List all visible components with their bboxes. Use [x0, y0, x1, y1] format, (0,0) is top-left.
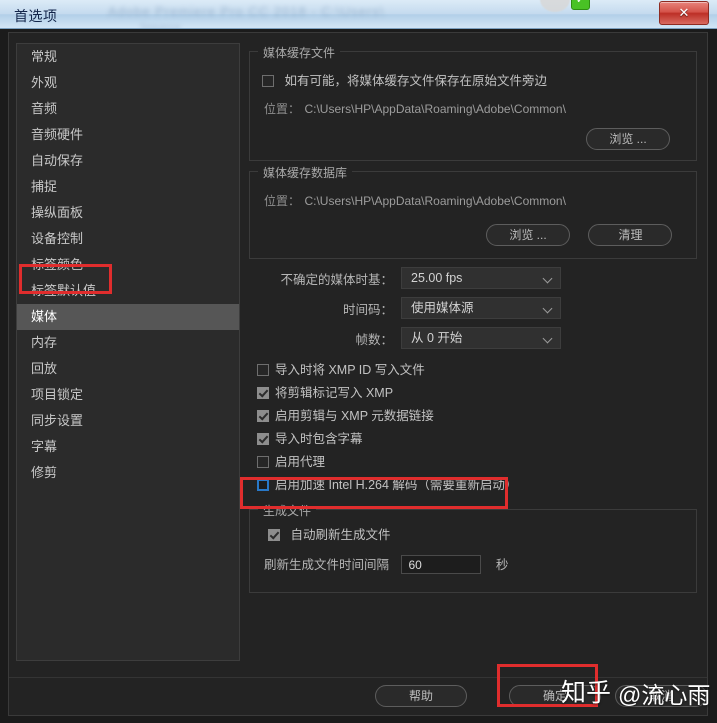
sidebar-item-2[interactable]: 音频: [17, 96, 239, 122]
title-bar: Adobe Premiere Pro CC 2018 - C:\Users\ S…: [0, 0, 717, 29]
dropdown-label-0: 不确定的媒体时基：: [280, 272, 393, 287]
checkbox-1[interactable]: [257, 387, 269, 399]
sidebar-item-9[interactable]: 标签默认值: [17, 278, 239, 304]
background-app-title: Adobe Premiere Pro CC 2018 - C:\Users\: [108, 4, 385, 19]
media-cache-files-title: 媒体缓存文件: [258, 44, 341, 61]
media-cache-db-buttons-row: 浏览 ... 清理: [486, 224, 673, 246]
checkbox-2[interactable]: [257, 410, 269, 422]
window-title: 首选项: [14, 8, 58, 24]
media-cache-db-location-value: C:\Users\HP\AppData\Roaming\Adobe\Common…: [304, 194, 566, 208]
help-button[interactable]: 帮助: [375, 685, 467, 707]
dropdown-label-1: 时间码：: [342, 302, 393, 317]
dropdown-row-0: 不确定的媒体时基： 25.00 fps: [245, 267, 701, 289]
sidebar-item-15[interactable]: 字幕: [17, 434, 239, 460]
cancel-button-wrap: 取消: [615, 685, 707, 707]
generated-files-group: 生成文件 自动刷新生成文件 刷新生成文件时间间隔 秒: [249, 502, 697, 593]
checkbox-label-5[interactable]: 启用加速 Intel H.264 解码（需要重新启动）: [275, 478, 517, 492]
auto-refresh-label[interactable]: 自动刷新生成文件: [290, 528, 390, 542]
media-cache-database-title: 媒体缓存数据库: [258, 164, 353, 181]
sidebar-item-14[interactable]: 同步设置: [17, 408, 239, 434]
dropdown-value-2: 从 0 开始: [411, 331, 463, 345]
save-beside-original-label[interactable]: 如有可能，将媒体缓存文件保存在原始文件旁边: [284, 74, 547, 88]
checkbox-label-3[interactable]: 导入时包含字幕: [275, 432, 363, 446]
background-app-subtitle: Sequence: [140, 22, 181, 29]
help-button-wrap: 帮助: [375, 685, 467, 707]
refresh-interval-row: 刷新生成文件时间间隔 秒: [264, 554, 509, 575]
close-icon: ✕: [678, 5, 690, 20]
checkbox-row-5[interactable]: 启用加速 Intel H.264 解码（需要重新启动）: [257, 474, 517, 494]
checkbox-row-4[interactable]: 启用代理: [257, 451, 325, 471]
refresh-interval-label: 刷新生成文件时间间隔: [264, 558, 390, 572]
refresh-interval-input[interactable]: [401, 555, 482, 575]
dropdown-select-1[interactable]: 使用媒体源: [401, 297, 561, 319]
media-cache-files-browse-row: 浏览 ...: [586, 128, 670, 150]
sidebar-item-11[interactable]: 内存: [17, 330, 239, 356]
media-cache-db-location-label: 位置：: [264, 194, 301, 208]
dropdown-value-0: 25.00 fps: [411, 271, 463, 285]
generated-files-title: 生成文件: [258, 502, 317, 519]
check-badge-icon: ✓: [571, 0, 590, 10]
sidebar-item-16[interactable]: 修剪: [17, 460, 239, 486]
checkbox-3[interactable]: [257, 433, 269, 445]
checkbox-row-0[interactable]: 导入时将 XMP ID 写入文件: [257, 359, 425, 379]
category-sidebar[interactable]: 常规 外观 音频 音频硬件 自动保存 捕捉 操纵面板 设备控制 标签颜色 标签默认值 媒体 内存 回放项…: [16, 43, 240, 661]
dropdown-row-1: 时间码： 使用媒体源: [245, 297, 701, 319]
dropdown-value-1: 使用媒体源: [411, 301, 474, 315]
save-beside-original-row[interactable]: 如有可能，将媒体缓存文件保存在原始文件旁边: [262, 70, 547, 90]
cancel-button[interactable]: 取消: [615, 685, 707, 707]
auto-refresh-row[interactable]: 自动刷新生成文件: [268, 524, 390, 544]
dropdown-select-0[interactable]: 25.00 fps: [401, 267, 561, 289]
preferences-dialog: 常规 外观 音频 音频硬件 自动保存 捕捉 操纵面板 设备控制 标签颜色 标签默认值 媒体 内存 回放项…: [8, 32, 708, 716]
media-cache-db-location-row: 位置： C:\Users\HP\AppData\Roaming\Adobe\Co…: [264, 192, 566, 210]
dropdown-label-2: 帧数：: [355, 332, 393, 347]
sidebar-item-7[interactable]: 设备控制: [17, 226, 239, 252]
save-beside-original-checkbox[interactable]: [262, 75, 274, 87]
checkbox-label-2[interactable]: 启用剪辑与 XMP 元数据链接: [275, 409, 434, 423]
close-button[interactable]: ✕: [659, 1, 709, 25]
chevron-down-icon: [544, 305, 552, 310]
media-cache-files-location-label: 位置：: [264, 102, 301, 116]
sidebar-item-4[interactable]: 自动保存: [17, 148, 239, 174]
refresh-interval-unit: 秒: [495, 558, 509, 572]
sidebar-item-12[interactable]: 回放: [17, 356, 239, 382]
sidebar-item-5[interactable]: 捕捉: [17, 174, 239, 200]
media-cache-files-group: 媒体缓存文件 如有可能，将媒体缓存文件保存在原始文件旁边 位置： C:\User…: [249, 44, 697, 161]
checkbox-label-0[interactable]: 导入时将 XMP ID 写入文件: [275, 363, 425, 377]
preferences-window: Adobe Premiere Pro CC 2018 - C:\Users\ S…: [0, 0, 717, 723]
checkbox-label-1[interactable]: 将剪辑标记写入 XMP: [275, 386, 393, 400]
sidebar-item-13[interactable]: 项目锁定: [17, 382, 239, 408]
dropdown-select-2[interactable]: 从 0 开始: [401, 327, 561, 349]
sidebar-item-0[interactable]: 常规: [17, 44, 239, 70]
chevron-down-icon: [544, 335, 552, 340]
media-cache-files-browse-button[interactable]: 浏览 ...: [586, 128, 670, 150]
ok-button-wrap: 确定: [509, 685, 601, 707]
checkbox-4[interactable]: [257, 456, 269, 468]
sidebar-item-8[interactable]: 标签颜色: [17, 252, 239, 278]
checkbox-5[interactable]: [257, 479, 269, 491]
footer-divider: [9, 677, 707, 678]
media-settings-panel: 媒体缓存文件 如有可能，将媒体缓存文件保存在原始文件旁边 位置： C:\User…: [245, 43, 701, 661]
checkbox-label-4[interactable]: 启用代理: [275, 455, 325, 469]
sidebar-item-3[interactable]: 音频硬件: [17, 122, 239, 148]
checkbox-row-2[interactable]: 启用剪辑与 XMP 元数据链接: [257, 405, 434, 425]
auto-refresh-checkbox[interactable]: [268, 529, 280, 541]
chevron-down-icon: [544, 275, 552, 280]
sidebar-item-1[interactable]: 外观: [17, 70, 239, 96]
media-cache-database-group: 媒体缓存数据库 位置： C:\Users\HP\AppData\Roaming\…: [249, 164, 697, 259]
media-cache-db-browse-button[interactable]: 浏览 ...: [486, 224, 570, 246]
media-cache-files-location-value: C:\Users\HP\AppData\Roaming\Adobe\Common…: [304, 102, 566, 116]
dropdown-row-2: 帧数： 从 0 开始: [245, 327, 701, 349]
media-cache-db-clean-button[interactable]: 清理: [588, 224, 673, 246]
category-list: 常规 外观 音频 音频硬件 自动保存 捕捉 操纵面板 设备控制 标签颜色 标签默认值 媒体 内存 回放项…: [17, 44, 239, 486]
media-cache-files-location-row: 位置： C:\Users\HP\AppData\Roaming\Adobe\Co…: [264, 100, 566, 118]
sidebar-item-10[interactable]: 媒体: [17, 304, 239, 330]
sidebar-item-6[interactable]: 操纵面板: [17, 200, 239, 226]
checkbox-row-1[interactable]: 将剪辑标记写入 XMP: [257, 382, 393, 402]
ok-button[interactable]: 确定: [509, 685, 601, 707]
checkbox-0[interactable]: [257, 364, 269, 376]
checkbox-row-3[interactable]: 导入时包含字幕: [257, 428, 363, 448]
